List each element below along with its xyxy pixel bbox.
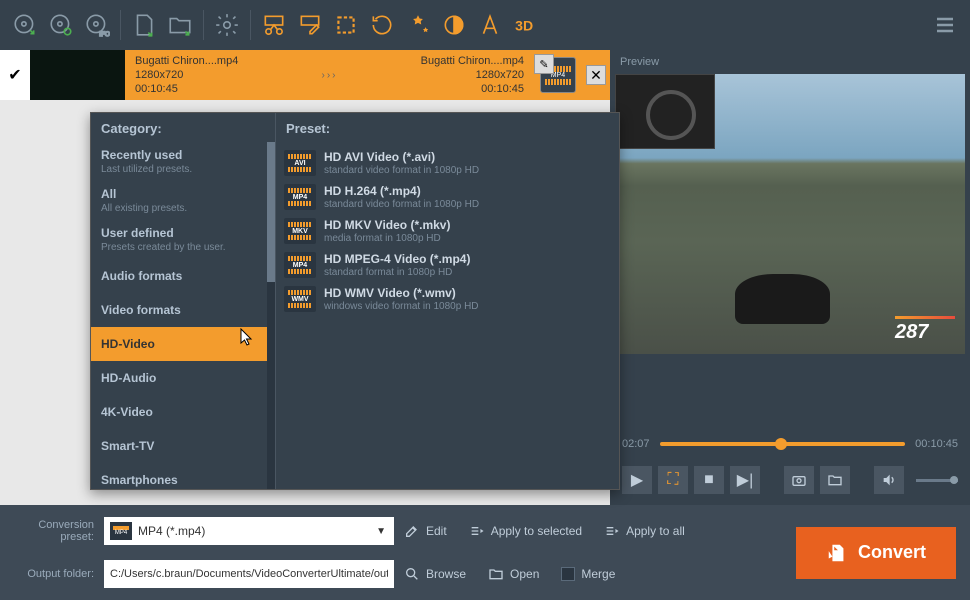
preview-label: Preview bbox=[610, 50, 970, 74]
hamburger-menu-icon[interactable] bbox=[928, 8, 962, 42]
category-item[interactable]: HD-Video bbox=[91, 327, 275, 361]
add-ifo-icon[interactable]: IFO bbox=[80, 8, 114, 42]
category-header: Category: bbox=[91, 113, 275, 142]
browse-action[interactable]: Browse bbox=[404, 566, 466, 582]
preset-item[interactable]: AVIHD AVI Video (*.avi)standard video fo… bbox=[276, 146, 619, 180]
preset-label: Conversion preset: bbox=[14, 519, 94, 543]
seek-slider[interactable] bbox=[660, 442, 906, 446]
target-file-info: Bugatti Chiron....mp4 1280x720 00:10:45 bbox=[411, 50, 534, 100]
total-time: 00:10:45 bbox=[915, 438, 958, 450]
settings-icon[interactable] bbox=[210, 8, 244, 42]
current-time: 02:07 bbox=[622, 438, 650, 450]
category-item[interactable]: Recently usedLast utilized presets. bbox=[91, 142, 275, 181]
file-thumbnail bbox=[30, 50, 125, 100]
category-item[interactable]: HD-Audio bbox=[91, 361, 275, 395]
conversion-arrow-icon: ››› bbox=[248, 70, 410, 81]
output-folder-input[interactable] bbox=[104, 560, 394, 588]
category-item[interactable]: Smart-TV bbox=[91, 429, 275, 463]
add-dvd-icon[interactable] bbox=[8, 8, 42, 42]
edit-action[interactable]: Edit bbox=[404, 523, 447, 539]
effects-icon[interactable] bbox=[401, 8, 435, 42]
add-bluray-icon[interactable] bbox=[44, 8, 78, 42]
stop-button[interactable]: ■ bbox=[694, 466, 724, 494]
open-action[interactable]: Open bbox=[488, 566, 539, 582]
category-list: Recently usedLast utilized presets.AllAl… bbox=[91, 142, 275, 489]
preset-dropdown: Category: Recently usedLast utilized pre… bbox=[90, 112, 620, 490]
category-item[interactable]: Video formats bbox=[91, 293, 275, 327]
folder-label: Output folder: bbox=[14, 568, 94, 580]
svg-text:IFO: IFO bbox=[99, 31, 110, 38]
cut-icon[interactable] bbox=[257, 8, 291, 42]
3d-icon[interactable]: 3D bbox=[509, 8, 543, 42]
preset-select[interactable]: MP4 MP4 (*.mp4) ▼ bbox=[104, 517, 394, 545]
preset-item[interactable]: MP4HD H.264 (*.mp4)standard video format… bbox=[276, 180, 619, 214]
merge-checkbox[interactable]: Merge bbox=[561, 567, 615, 581]
category-item[interactable]: AllAll existing presets. bbox=[91, 181, 275, 220]
text-icon[interactable] bbox=[473, 8, 507, 42]
svg-text:3D: 3D bbox=[515, 17, 533, 33]
file-row[interactable]: ✔ Bugatti Chiron....mp4 1280x720 00:10:4… bbox=[0, 50, 610, 100]
apply-all-action[interactable]: Apply to all bbox=[604, 523, 685, 539]
crop-icon[interactable] bbox=[329, 8, 363, 42]
preset-item[interactable]: WMVHD WMV Video (*.wmv)windows video for… bbox=[276, 282, 619, 316]
video-preview: 287 bbox=[615, 74, 965, 354]
remove-file-icon[interactable]: ✕ bbox=[586, 65, 606, 85]
category-item[interactable]: Smartphones bbox=[91, 463, 275, 489]
source-file-info: Bugatti Chiron....mp4 1280x720 00:10:45 bbox=[125, 50, 248, 100]
edit-file-icon[interactable]: ✎ bbox=[534, 54, 554, 74]
preset-item[interactable]: MP4HD MPEG-4 Video (*.mp4)standard forma… bbox=[276, 248, 619, 282]
play-button[interactable]: ▶ bbox=[622, 466, 652, 494]
rotate-icon[interactable] bbox=[365, 8, 399, 42]
bottom-bar: Conversion preset: MP4 MP4 (*.mp4) ▼ Edi… bbox=[0, 505, 970, 600]
add-folder-icon[interactable] bbox=[163, 8, 197, 42]
category-item[interactable]: 4K-Video bbox=[91, 395, 275, 429]
category-item[interactable]: Audio formats bbox=[91, 259, 275, 293]
category-item[interactable]: User definedPresets created by the user. bbox=[91, 220, 275, 259]
volume-slider[interactable] bbox=[916, 479, 958, 482]
file-checkbox[interactable]: ✔ bbox=[0, 50, 30, 100]
volume-button[interactable] bbox=[874, 466, 904, 494]
fullscreen-button[interactable]: ⛶ bbox=[658, 466, 688, 494]
add-file-icon[interactable] bbox=[127, 8, 161, 42]
snapshot-folder-button[interactable] bbox=[820, 466, 850, 494]
convert-button[interactable]: Convert bbox=[796, 527, 956, 579]
snapshot-button[interactable] bbox=[784, 466, 814, 494]
main-toolbar: IFO 3D bbox=[0, 0, 970, 50]
preset-header: Preset: bbox=[276, 113, 619, 142]
next-frame-button[interactable]: ▶| bbox=[730, 466, 760, 494]
preset-list: AVIHD AVI Video (*.avi)standard video fo… bbox=[276, 142, 619, 320]
edit-video-icon[interactable] bbox=[293, 8, 327, 42]
contrast-icon[interactable] bbox=[437, 8, 471, 42]
preset-item[interactable]: MKVHD MKV Video (*.mkv)media format in 1… bbox=[276, 214, 619, 248]
apply-selected-action[interactable]: Apply to selected bbox=[469, 523, 582, 539]
category-scrollbar[interactable] bbox=[267, 142, 275, 489]
